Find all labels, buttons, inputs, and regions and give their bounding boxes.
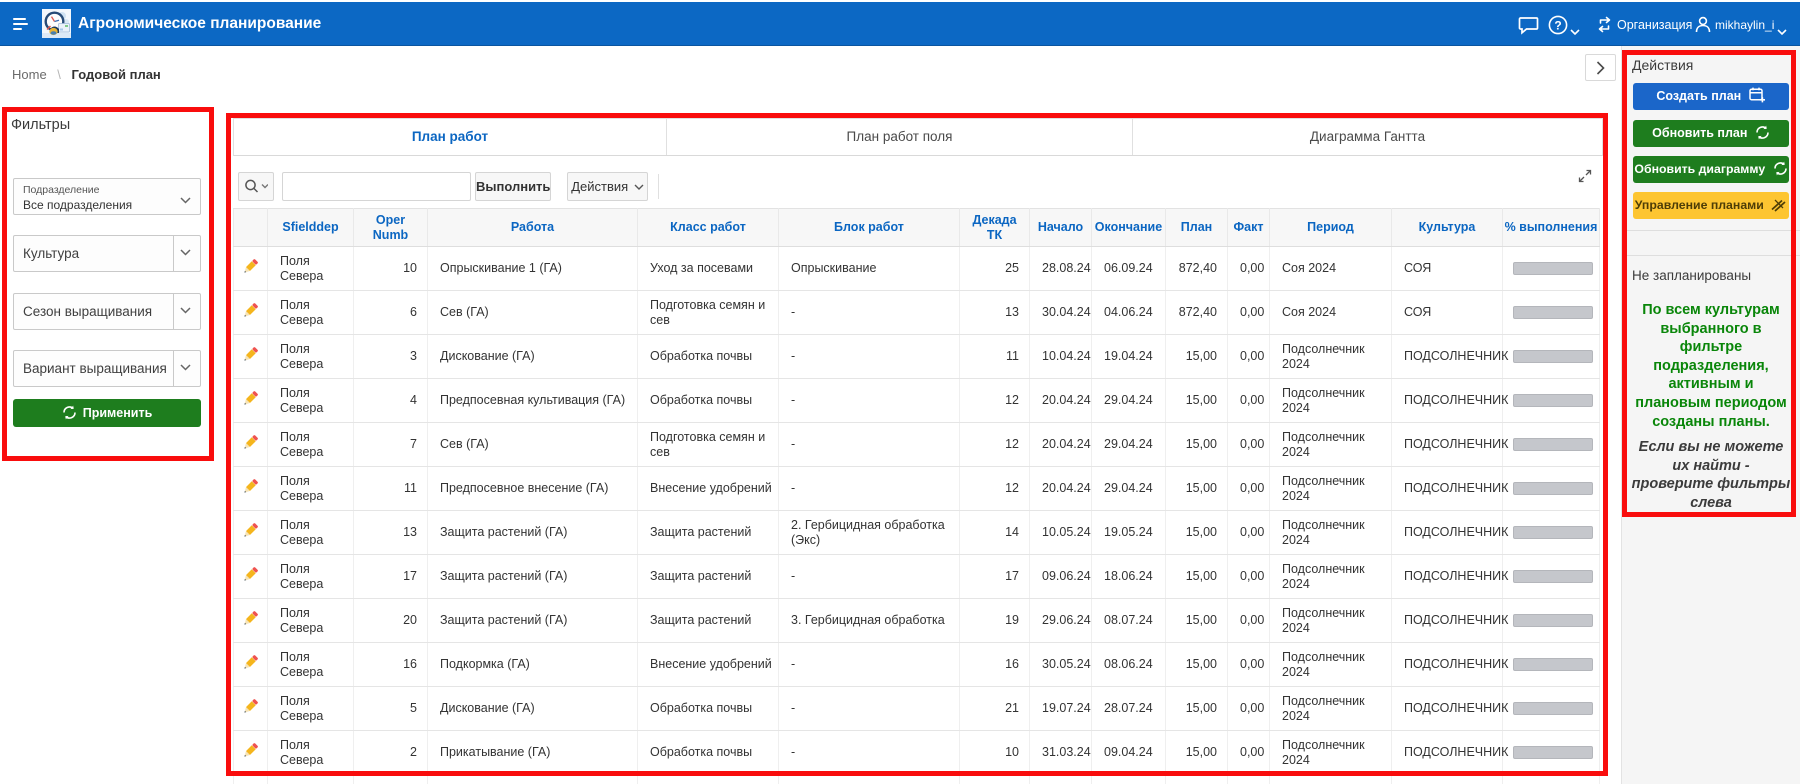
svg-text:?: ? [1554,18,1561,32]
